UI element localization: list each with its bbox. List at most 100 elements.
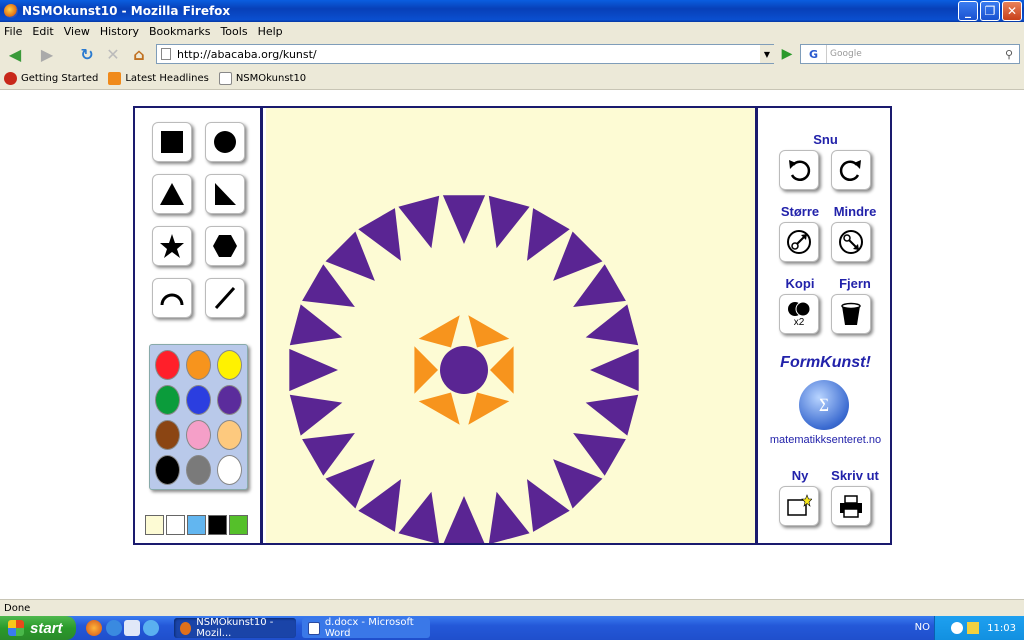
delete-button[interactable] — [831, 294, 871, 334]
color-swatch[interactable] — [186, 385, 211, 415]
address-bar[interactable]: http://abacaba.org/kunst/ — [156, 44, 774, 64]
bookmark-nsmokunst10[interactable]: NSMOkunst10 — [218, 72, 306, 85]
show-desktop-icon[interactable] — [124, 620, 140, 636]
ring-triangle[interactable] — [488, 195, 530, 249]
forward-icon[interactable]: ▶ — [36, 43, 58, 65]
circle-tool-button[interactable] — [205, 122, 245, 162]
menu-file[interactable]: File — [4, 25, 22, 38]
ring-triangle[interactable] — [573, 264, 626, 307]
bookmark-getting-started[interactable]: Getting Started — [4, 72, 98, 85]
enlarge-button[interactable] — [779, 222, 819, 262]
ring-triangle[interactable] — [527, 208, 570, 261]
copy-button[interactable]: x2 — [779, 294, 819, 334]
inner-triangle[interactable] — [414, 346, 438, 394]
ring-triangle[interactable] — [590, 348, 639, 392]
color-swatch[interactable] — [155, 350, 180, 380]
new-button[interactable] — [779, 486, 819, 526]
task-word[interactable]: d.docx - Microsoft Word — [302, 617, 430, 639]
ring-triangle[interactable] — [553, 231, 603, 281]
close-button[interactable]: ✕ — [1002, 1, 1022, 21]
background-color-swatch[interactable] — [187, 515, 206, 535]
color-swatch[interactable] — [155, 385, 180, 415]
ring-triangle[interactable] — [527, 479, 570, 532]
ring-triangle[interactable] — [442, 496, 486, 545]
ring-triangle[interactable] — [573, 433, 626, 476]
color-swatch[interactable] — [217, 455, 242, 485]
color-swatch[interactable] — [155, 455, 180, 485]
home-icon[interactable]: ⌂ — [128, 43, 150, 65]
ring-triangle[interactable] — [585, 304, 639, 346]
language-indicator[interactable]: NO — [915, 622, 930, 633]
rotate-left-button[interactable] — [779, 150, 819, 190]
shrink-button[interactable] — [831, 222, 871, 262]
inner-triangle[interactable] — [418, 315, 460, 348]
center-circle[interactable] — [440, 346, 488, 394]
ring-triangle[interactable] — [289, 304, 343, 346]
ring-triangle[interactable] — [585, 394, 639, 436]
color-swatch[interactable] — [217, 385, 242, 415]
inner-triangle[interactable] — [490, 346, 514, 394]
start-button[interactable]: start — [0, 616, 76, 640]
menu-edit[interactable]: Edit — [32, 25, 53, 38]
color-swatch[interactable] — [217, 350, 242, 380]
menu-view[interactable]: View — [64, 25, 90, 38]
security-icon[interactable] — [967, 622, 980, 634]
triangle-tool-button[interactable] — [152, 174, 192, 214]
logo-url[interactable]: matematikksenteret.no — [761, 434, 890, 446]
search-icon[interactable]: ⚲ — [1001, 46, 1017, 62]
color-swatch[interactable] — [186, 420, 211, 450]
go-icon[interactable]: ▶ — [778, 45, 796, 63]
menu-bookmarks[interactable]: Bookmarks — [149, 25, 210, 38]
search-engine-icon[interactable]: G — [801, 45, 827, 63]
rotate-right-button[interactable] — [831, 150, 871, 190]
star-tool-button[interactable] — [152, 226, 192, 266]
color-swatch[interactable] — [186, 455, 211, 485]
background-color-swatch[interactable] — [166, 515, 185, 535]
square-tool-button[interactable] — [152, 122, 192, 162]
drawing-canvas[interactable] — [266, 108, 758, 545]
menu-tools[interactable]: Tools — [220, 25, 247, 38]
restore-button[interactable]: ❐ — [980, 1, 1000, 21]
background-color-swatch[interactable] — [208, 515, 227, 535]
ring-triangle[interactable] — [289, 394, 343, 436]
right-triangle-tool-button[interactable] — [205, 174, 245, 214]
ring-triangle[interactable] — [398, 195, 440, 249]
color-swatch[interactable] — [155, 420, 180, 450]
ring-triangle[interactable] — [553, 459, 603, 509]
media-quicklaunch-icon[interactable] — [143, 620, 159, 636]
inner-triangle[interactable] — [418, 392, 460, 425]
network-icon[interactable] — [951, 622, 964, 634]
color-swatch[interactable] — [217, 420, 242, 450]
background-color-swatch[interactable] — [229, 515, 248, 535]
ring-triangle[interactable] — [302, 264, 355, 307]
ring-triangle[interactable] — [325, 231, 375, 281]
url-dropdown-icon[interactable]: ▼ — [760, 45, 774, 63]
bookmark-latest-headlines[interactable]: Latest Headlines — [108, 72, 209, 85]
back-icon[interactable]: ◀ — [4, 43, 26, 65]
inner-triangle[interactable] — [468, 392, 510, 425]
ring-triangle[interactable] — [325, 459, 375, 509]
ring-triangle[interactable] — [302, 433, 355, 476]
menu-history[interactable]: History — [100, 25, 139, 38]
print-button[interactable] — [831, 486, 871, 526]
hexagon-tool-button[interactable] — [205, 226, 245, 266]
firefox-quicklaunch-icon[interactable] — [86, 620, 102, 636]
arc-tool-button[interactable] — [152, 278, 192, 318]
ie-quicklaunch-icon[interactable] — [106, 620, 122, 636]
ring-triangle[interactable] — [398, 491, 440, 545]
ring-triangle[interactable] — [442, 195, 486, 244]
ring-triangle[interactable] — [358, 208, 401, 261]
ring-triangle[interactable] — [488, 491, 530, 545]
minimize-button[interactable]: _ — [958, 1, 978, 21]
inner-triangle[interactable] — [468, 315, 510, 348]
search-input[interactable]: G Google ⚲ — [800, 44, 1020, 64]
color-swatch[interactable] — [186, 350, 211, 380]
background-color-swatch[interactable] — [145, 515, 164, 535]
ring-triangle[interactable] — [289, 348, 338, 392]
task-firefox[interactable]: NSMOkunst10 - Mozil... — [174, 617, 296, 639]
reload-icon[interactable]: ↻ — [76, 43, 98, 65]
line-tool-button[interactable] — [205, 278, 245, 318]
menu-help[interactable]: Help — [258, 25, 283, 38]
stop-icon[interactable]: ✕ — [102, 43, 124, 65]
ring-triangle[interactable] — [358, 479, 401, 532]
